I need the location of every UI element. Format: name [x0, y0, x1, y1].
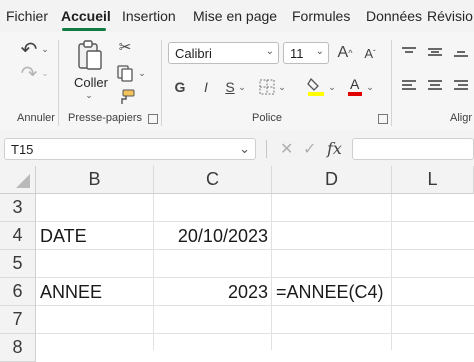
align-left-icon[interactable]: [400, 78, 418, 94]
cancel-icon[interactable]: ✕: [280, 139, 293, 159]
group-divider: [161, 40, 162, 126]
name-box-value: T15: [11, 141, 34, 157]
redo-icon[interactable]: ↷: [16, 62, 42, 85]
italic-button[interactable]: I: [198, 76, 214, 98]
align-bottom-icon[interactable]: [452, 44, 470, 60]
formula-divider: [266, 140, 267, 158]
ribbon: ↶ ⌄ ↷ ⌄ Annuler Coller ⌄ ✂ ⌄ Presse-papi…: [0, 32, 474, 131]
ribbon-tabs: Fichier Accueil Insertion Mise en page F…: [0, 0, 474, 32]
fill-color-icon[interactable]: [306, 74, 326, 98]
paste-dropdown-icon[interactable]: ⌄: [84, 90, 94, 100]
grid-line: [271, 194, 272, 350]
column-header-c[interactable]: C: [154, 166, 272, 194]
grow-font-icon[interactable]: A ^: [335, 42, 355, 64]
row-header-3[interactable]: 3: [0, 194, 36, 222]
cell-d6[interactable]: =ANNEE(C4): [276, 278, 392, 306]
svg-text:A: A: [350, 76, 360, 92]
cell-b6[interactable]: ANNEE: [40, 278, 150, 306]
row-header-7[interactable]: 7: [0, 306, 36, 334]
redo-dropdown-icon[interactable]: ⌄: [40, 68, 50, 78]
bold-button[interactable]: G: [172, 76, 188, 98]
font-launcher-icon[interactable]: [378, 114, 388, 124]
format-painter-icon[interactable]: [116, 88, 136, 106]
grid-line: [391, 194, 392, 350]
row-header-4[interactable]: 4: [0, 222, 36, 250]
tab-formules[interactable]: Formules: [292, 8, 350, 24]
copy-dropdown-icon[interactable]: ⌄: [138, 68, 146, 78]
font-size-value: 11: [290, 45, 304, 61]
font-name-value: Calibri: [175, 45, 212, 61]
grid-line: [153, 194, 154, 350]
paste-label[interactable]: Coller: [74, 75, 108, 90]
undo-icon[interactable]: ↶: [16, 38, 42, 61]
borders-dropdown-icon[interactable]: ⌄: [278, 82, 286, 92]
cut-icon[interactable]: ✂: [116, 38, 134, 56]
select-all-icon: [16, 174, 30, 188]
tab-accueil[interactable]: Accueil: [61, 8, 111, 24]
tab-mise-en-page[interactable]: Mise en page: [193, 8, 277, 24]
formula-input[interactable]: [352, 138, 474, 160]
shrink-font-icon[interactable]: Aˇ: [360, 42, 380, 64]
row-header-6[interactable]: 6: [0, 278, 36, 306]
tab-donnees[interactable]: Données: [366, 8, 422, 24]
font-color-dropdown-icon[interactable]: ⌄: [366, 82, 374, 92]
tab-revision[interactable]: Révisio: [427, 8, 473, 24]
copy-icon[interactable]: [114, 64, 136, 82]
paste-icon[interactable]: [76, 38, 104, 72]
clipboard-group-label: Presse-papiers: [68, 112, 142, 124]
borders-icon[interactable]: [258, 76, 276, 98]
chevron-down-icon[interactable]: ⌄: [239, 141, 250, 157]
cell-c4[interactable]: 20/10/2023: [154, 222, 268, 250]
clipboard-launcher-icon[interactable]: [148, 114, 158, 124]
font-group-label: Police: [252, 112, 282, 124]
tab-insertion[interactable]: Insertion: [122, 8, 176, 24]
align-middle-icon[interactable]: [426, 44, 444, 60]
undo-dropdown-icon[interactable]: ⌄: [40, 44, 50, 54]
insert-function-button[interactable]: fx: [327, 139, 342, 158]
chevron-down-icon: ⌄: [315, 46, 324, 57]
underline-button[interactable]: S: [222, 76, 238, 98]
fill-color-dropdown-icon[interactable]: ⌄: [328, 82, 336, 92]
column-header-d[interactable]: D: [272, 166, 392, 194]
row-header-5[interactable]: 5: [0, 250, 36, 278]
group-divider: [58, 40, 59, 126]
align-top-icon[interactable]: [400, 44, 418, 60]
alignment-group-label: Aligr: [450, 112, 473, 124]
grid-line: [36, 333, 474, 334]
chevron-down-icon: ⌄: [265, 46, 274, 57]
cell-c6[interactable]: 2023: [154, 278, 268, 306]
name-box[interactable]: T15 ⌄: [4, 138, 256, 160]
cell-b4[interactable]: DATE: [40, 222, 150, 250]
align-right-icon[interactable]: [452, 78, 470, 94]
active-tab-indicator: [62, 28, 106, 31]
enter-icon[interactable]: ✓: [303, 139, 316, 159]
column-header-l[interactable]: L: [392, 166, 474, 194]
column-header-b[interactable]: B: [36, 166, 154, 194]
tab-fichier[interactable]: Fichier: [6, 8, 48, 24]
row-header-8[interactable]: 8: [0, 334, 36, 362]
group-divider: [391, 40, 392, 126]
underline-dropdown-icon[interactable]: ⌄: [238, 82, 246, 92]
font-name-dropdown[interactable]: Calibri ⌄: [168, 42, 279, 64]
undo-group-label: Annuler: [17, 112, 55, 124]
font-size-dropdown[interactable]: 11 ⌄: [283, 42, 329, 64]
align-center-icon[interactable]: [426, 78, 444, 94]
font-color-icon[interactable]: A: [346, 74, 364, 98]
